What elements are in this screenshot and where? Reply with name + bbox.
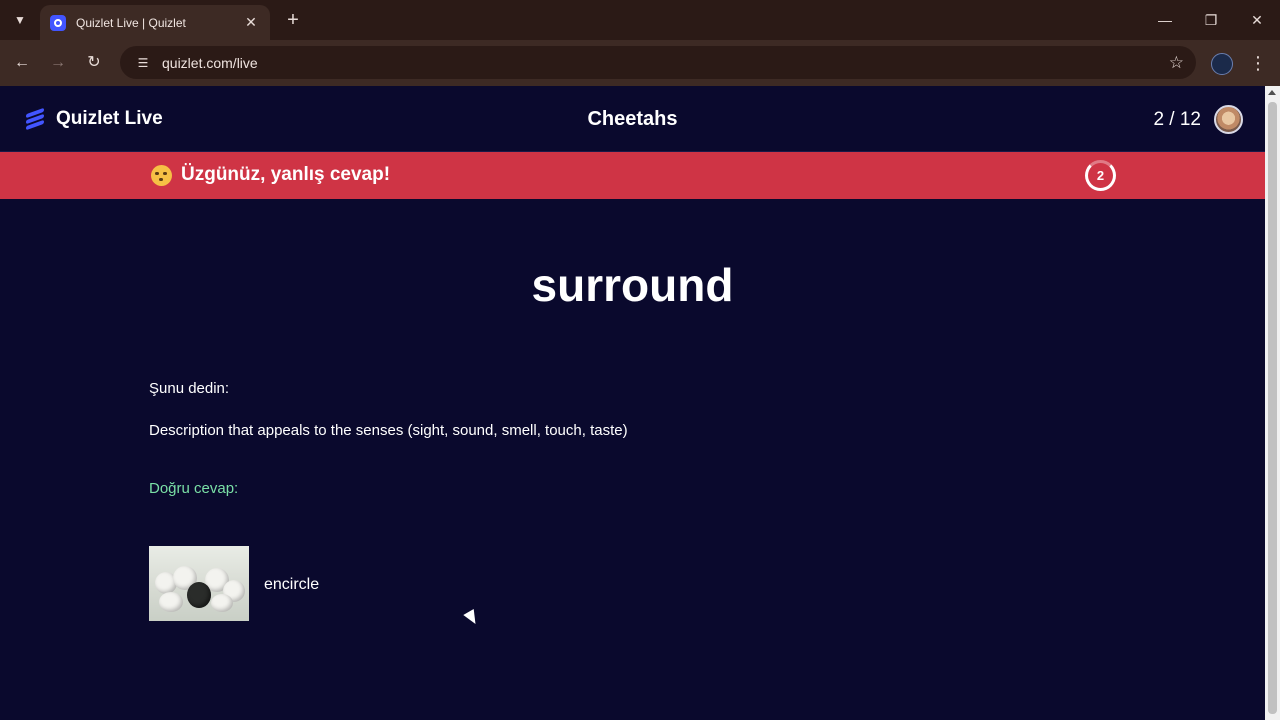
address-bar[interactable]: ☰ quizlet.com/live ☆ <box>120 46 1196 79</box>
restore-icon[interactable]: ❐ <box>1199 8 1223 32</box>
url-text[interactable]: quizlet.com/live <box>162 55 1169 71</box>
team-name: Cheetahs <box>587 108 678 130</box>
close-window-icon[interactable]: ✕ <box>1245 8 1269 32</box>
quizlet-favicon-icon <box>50 14 66 31</box>
star-icon[interactable]: ☆ <box>1169 53 1184 73</box>
profile-avatar[interactable] <box>1211 53 1233 75</box>
chevron-down-icon[interactable]: ▼ <box>7 8 33 32</box>
browser-tab[interactable]: Quizlet Live | Quizlet ✕ <box>40 5 270 40</box>
timer-value: 2 <box>1096 168 1105 183</box>
page-content: Quizlet Live Cheetahs 2 / 12 Üzgünüz, ya… <box>0 86 1265 720</box>
avatar[interactable] <box>1214 105 1243 134</box>
tab-title: Quizlet Live | Quizlet <box>76 15 186 30</box>
kebab-menu-icon[interactable]: ⋮ <box>1248 51 1268 75</box>
browser-toolbar: ← → ↻ ☰ quizlet.com/live ☆ ⋮ <box>0 40 1280 86</box>
scroll-thumb[interactable] <box>1268 102 1277 714</box>
quizlet-header: Quizlet Live Cheetahs 2 / 12 <box>0 86 1265 152</box>
browser-tab-bar: ▼ Quizlet Live | Quizlet ✕ + — ❐ ✕ <box>0 0 1280 40</box>
correct-answer-text: encircle <box>264 576 320 593</box>
answer-image <box>149 546 249 621</box>
mouse-cursor-icon <box>463 608 481 628</box>
sad-face-icon <box>151 165 172 186</box>
reload-icon[interactable]: ↻ <box>82 51 106 75</box>
question-progress: 2 / 12 <box>1153 109 1201 130</box>
question-term: surround <box>531 259 734 311</box>
you-said-answer: Description that appeals to the senses (… <box>149 422 628 439</box>
incorrect-banner: Üzgünüz, yanlış cevap! 2 <box>0 152 1265 199</box>
arrow-right-icon[interactable]: → <box>46 51 70 75</box>
tune-icon[interactable]: ☰ <box>132 52 154 74</box>
countdown-timer: 2 <box>1085 160 1116 191</box>
correct-answer-label: Doğru cevap: <box>149 480 239 497</box>
banner-message: Üzgünüz, yanlış cevap! <box>181 164 391 185</box>
arrow-left-icon[interactable]: ← <box>10 51 34 75</box>
minimize-icon[interactable]: — <box>1153 8 1177 32</box>
you-said-label: Şunu dedin: <box>149 380 230 397</box>
plus-icon[interactable]: + <box>282 9 304 31</box>
scrollbar[interactable] <box>1265 86 1280 720</box>
close-icon[interactable]: ✕ <box>242 14 260 31</box>
scroll-up-icon[interactable] <box>1268 90 1276 95</box>
